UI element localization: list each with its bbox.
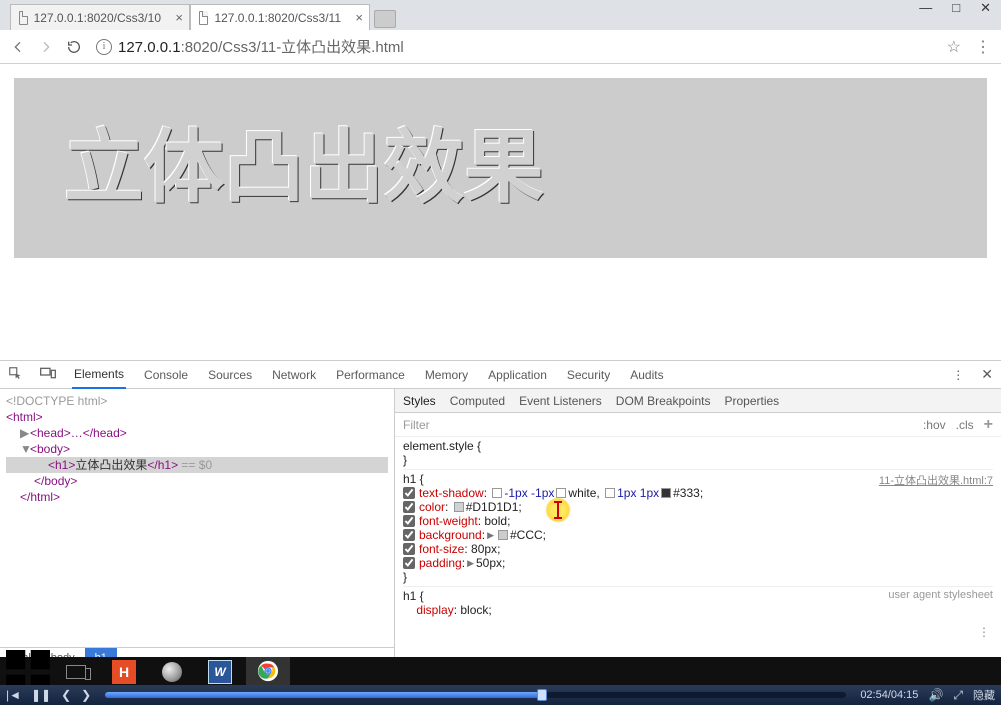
rule-toggle[interactable] <box>403 487 415 499</box>
source-link[interactable]: 11-立体凸出效果.html:7 <box>879 472 993 488</box>
back-button[interactable] <box>10 39 26 55</box>
rule-toggle[interactable] <box>403 501 415 513</box>
styles-filter-row: Filter :hov .cls + <box>395 413 1001 437</box>
styles-subtabs: Styles Computed Event Listeners DOM Brea… <box>395 389 1001 413</box>
minimize-icon[interactable]: — <box>919 0 932 20</box>
color-swatch-icon[interactable] <box>661 488 671 498</box>
reload-button[interactable] <box>66 39 82 55</box>
seek-slider[interactable] <box>105 692 846 698</box>
color-swatch-icon[interactable] <box>605 488 615 498</box>
step-back-button[interactable]: ❮ <box>61 688 71 702</box>
tab-memory[interactable]: Memory <box>423 362 470 388</box>
dom-tree-panel: <!DOCTYPE html> <html> ▶<head>…</head> ▼… <box>0 389 395 667</box>
time-display: 02:54/04:15 <box>860 689 918 701</box>
maximize-icon[interactable]: □ <box>952 0 960 20</box>
prev-track-button[interactable]: |◄ <box>6 688 21 702</box>
styles-panel: Styles Computed Event Listeners DOM Brea… <box>395 389 1001 667</box>
expand-icon[interactable]: ⤢ <box>953 688 963 703</box>
page-h1: 立体凸出效果 <box>14 78 987 258</box>
color-swatch-icon[interactable] <box>492 488 502 498</box>
tab-title: 127.0.0.1:8020/Css3/10 <box>34 11 161 25</box>
close-icon[interactable]: × <box>175 10 183 25</box>
tab-audits[interactable]: Audits <box>628 362 665 388</box>
subtab-styles[interactable]: Styles <box>403 394 436 408</box>
window-controls: — □ ✕ <box>919 0 1001 20</box>
tab-console[interactable]: Console <box>142 362 190 388</box>
cls-toggle[interactable]: .cls <box>956 418 974 432</box>
browser-tab-1[interactable]: 127.0.0.1:8020/Css3/10 × <box>10 4 190 30</box>
chrome-menu-icon[interactable]: ⋮ <box>975 37 991 57</box>
tab-application[interactable]: Application <box>486 362 549 388</box>
seek-thumb[interactable] <box>537 689 547 701</box>
tab-elements[interactable]: Elements <box>72 361 126 389</box>
rule-toggle[interactable] <box>403 543 415 555</box>
hov-toggle[interactable]: :hov <box>923 418 946 432</box>
file-icon <box>19 11 28 25</box>
h1-selector: h1 { <box>403 472 424 486</box>
ua-stylesheet-label: user agent stylesheet <box>888 589 993 601</box>
taskbar-app-hbuilder[interactable]: H <box>102 657 146 687</box>
taskbar-app-chrome[interactable] <box>246 657 290 687</box>
pause-button[interactable]: ❚❚ <box>31 688 51 702</box>
devtools-tabbar: Elements Console Sources Network Perform… <box>0 361 1001 389</box>
omnibox[interactable]: i 127.0.0.1:8020/Css3/11-立体凸出效果.html <box>92 34 937 59</box>
windows-taskbar: H W <box>0 657 1001 687</box>
browser-tab-2[interactable]: 127.0.0.1:8020/Css3/11 × <box>190 4 370 30</box>
devtools-menu-icon[interactable]: ⋮ <box>952 368 965 382</box>
taskbar-app-orb[interactable] <box>150 657 194 687</box>
tab-security[interactable]: Security <box>565 362 612 388</box>
subtab-eventlisteners[interactable]: Event Listeners <box>519 394 602 408</box>
file-icon <box>199 11 208 25</box>
forward-button[interactable] <box>38 39 54 55</box>
site-info-icon[interactable]: i <box>96 39 112 55</box>
new-style-rule-button[interactable]: + <box>984 416 993 434</box>
style-rules[interactable]: element.style { } 11-立体凸出效果.html:7 h1 { … <box>395 437 1001 667</box>
more-actions-icon[interactable]: ⋮ <box>978 625 991 639</box>
start-button[interactable] <box>6 657 50 687</box>
browser-tab-strip: 127.0.0.1:8020/Css3/10 × 127.0.0.1:8020/… <box>0 0 1001 30</box>
task-view-button[interactable] <box>54 657 98 687</box>
close-icon[interactable]: × <box>355 10 363 25</box>
selected-dom-node[interactable]: <h1>立体凸出效果</h1> == $0 <box>6 457 388 473</box>
hide-button[interactable]: 隐藏 <box>973 687 995 703</box>
subtab-properties[interactable]: Properties <box>724 394 779 408</box>
tab-title: 127.0.0.1:8020/Css3/11 <box>214 11 341 25</box>
rule-toggle[interactable] <box>403 529 415 541</box>
dom-tree[interactable]: <!DOCTYPE html> <html> ▶<head>…</head> ▼… <box>0 389 394 647</box>
volume-icon[interactable]: 🔊 <box>928 688 943 702</box>
color-swatch-icon[interactable] <box>498 530 508 540</box>
color-swatch-icon[interactable] <box>556 488 566 498</box>
rule-toggle[interactable] <box>403 515 415 527</box>
element-style-selector: element.style { <box>403 439 481 453</box>
tab-network[interactable]: Network <box>270 362 318 388</box>
devtools-close-icon[interactable]: ✕ <box>981 366 993 383</box>
url-text: 127.0.0.1:8020/Css3/11-立体凸出效果.html <box>118 36 404 57</box>
address-bar: i 127.0.0.1:8020/Css3/11-立体凸出效果.html ☆ ⋮ <box>0 30 1001 64</box>
new-tab-button[interactable] <box>374 10 396 28</box>
filter-input[interactable]: Filter <box>403 418 430 432</box>
close-icon[interactable]: ✕ <box>980 0 991 20</box>
page-viewport: 立体凸出效果 <box>0 64 1001 364</box>
subtab-computed[interactable]: Computed <box>450 394 505 408</box>
color-swatch-icon[interactable] <box>454 502 464 512</box>
step-fwd-button[interactable]: ❯ <box>81 688 91 702</box>
taskbar-app-word[interactable]: W <box>198 657 242 687</box>
subtab-dombreakpoints[interactable]: DOM Breakpoints <box>616 394 711 408</box>
bookmark-star-icon[interactable]: ☆ <box>947 37 961 57</box>
rule-toggle[interactable] <box>403 557 415 569</box>
tab-sources[interactable]: Sources <box>206 362 254 388</box>
tab-performance[interactable]: Performance <box>334 362 407 388</box>
devtools-panel: Elements Console Sources Network Perform… <box>0 360 1001 667</box>
media-player-bar: |◄ ❚❚ ❮ ❯ 02:54/04:15 🔊 ⤢ 隐藏 <box>0 685 1001 705</box>
inspect-element-icon[interactable] <box>8 366 24 383</box>
device-toolbar-icon[interactable] <box>40 366 56 383</box>
